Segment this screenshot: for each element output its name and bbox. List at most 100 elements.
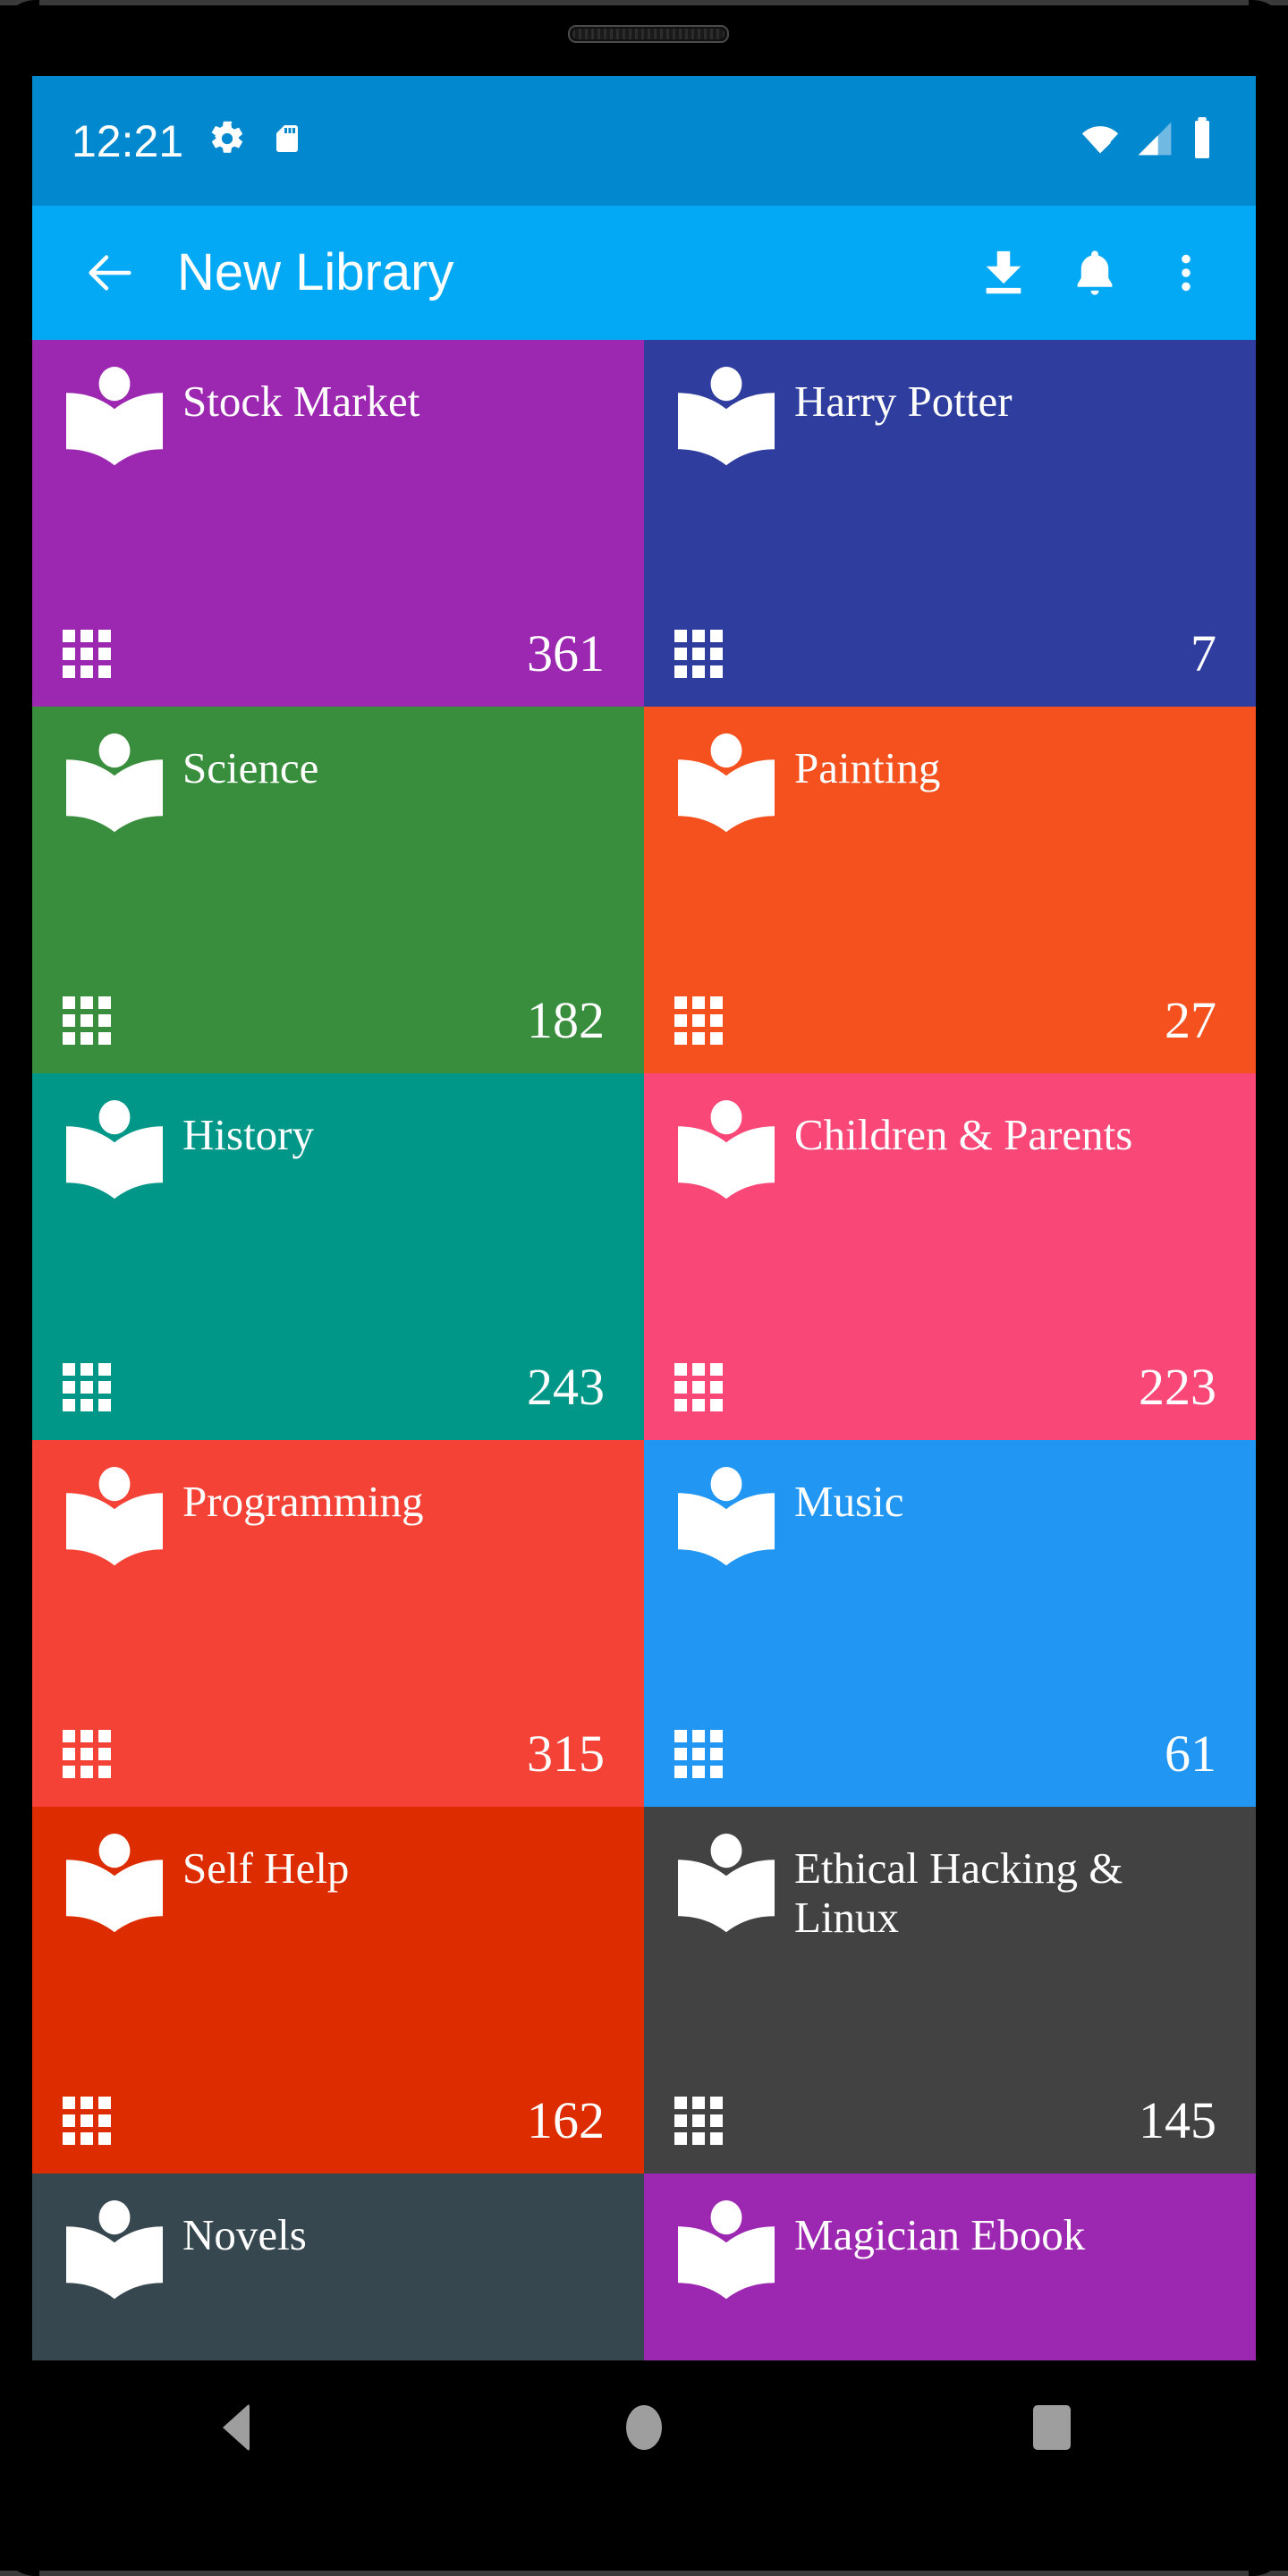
overflow-menu-icon[interactable]: [1143, 230, 1229, 316]
book-reader-icon: [674, 733, 778, 846]
tile-header: Novels: [63, 2200, 614, 2313]
library-grid: Stock Market 361 Harry Potter 7 Science 182 Pa…: [32, 340, 1256, 2360]
bell-icon[interactable]: [1052, 230, 1138, 316]
book-reader-icon: [63, 1467, 166, 1580]
tile-title: Self Help: [182, 1843, 350, 1893]
library-tile[interactable]: Painting 27: [644, 707, 1256, 1073]
library-tile[interactable]: Music 61: [644, 1440, 1256, 1807]
tile-book-count: 361: [527, 624, 605, 682]
book-reader-icon: [63, 1100, 166, 1213]
tile-footer: 61: [674, 1728, 1225, 1780]
book-reader-icon: [63, 733, 166, 846]
android-nav-bar: [32, 2360, 1256, 2495]
library-tile[interactable]: Novels: [32, 2174, 644, 2360]
tile-header: Stock Market: [63, 367, 614, 479]
grid-view-icon[interactable]: [674, 630, 723, 678]
device-frame: 12:21 New Library Stock Market 361 Harry…: [0, 0, 1288, 2576]
tile-title: Programming: [182, 1477, 424, 1526]
tile-book-count: 315: [527, 1724, 605, 1783]
grid-view-icon[interactable]: [63, 2097, 111, 2145]
grid-view-icon[interactable]: [63, 630, 111, 678]
tile-title: History: [182, 1110, 314, 1159]
tile-book-count: 243: [527, 1358, 605, 1416]
bezel-bottom-edge: [0, 2571, 1288, 2576]
tile-title: Novels: [182, 2210, 307, 2259]
library-tile[interactable]: Children & Parents 223: [644, 1073, 1256, 1440]
tile-title: Music: [794, 1477, 904, 1526]
tile-footer: 182: [63, 995, 614, 1046]
tile-book-count: 7: [1191, 624, 1216, 682]
page-title: New Library: [177, 243, 454, 301]
tile-footer: 27: [674, 995, 1225, 1046]
tile-footer: 145: [674, 2095, 1225, 2147]
book-reader-icon: [674, 1834, 778, 1946]
nav-home-circle-icon: [626, 2405, 662, 2450]
grid-view-icon[interactable]: [674, 996, 723, 1045]
grid-view-icon[interactable]: [63, 1730, 111, 1778]
library-tile[interactable]: Stock Market 361: [32, 340, 644, 707]
tile-header: Magician Ebook: [674, 2200, 1225, 2313]
tile-header: Science: [63, 733, 614, 846]
tile-book-count: 145: [1139, 2091, 1216, 2149]
library-tile[interactable]: Magician Ebook: [644, 2174, 1256, 2360]
tile-title: Painting: [794, 743, 941, 792]
library-tile[interactable]: Science 182: [32, 707, 644, 1073]
app-bar: New Library: [32, 206, 1256, 340]
grid-view-icon[interactable]: [674, 1730, 723, 1778]
tile-book-count: 182: [527, 991, 605, 1049]
book-reader-icon: [63, 1834, 166, 1946]
tile-header: Self Help: [63, 1834, 614, 1946]
grid-view-icon[interactable]: [63, 1363, 111, 1411]
tile-header: Programming: [63, 1467, 614, 1580]
tile-title: Harry Potter: [794, 377, 1013, 426]
cellular-signal-icon: [1134, 119, 1175, 163]
tile-footer: 223: [674, 1361, 1225, 1413]
library-tile[interactable]: Programming 315: [32, 1440, 644, 1807]
tile-title: Ethical Hacking & Linux: [794, 1843, 1123, 1942]
frame-corner-inner-top-left: [0, 0, 39, 39]
tile-header: Harry Potter: [674, 367, 1225, 479]
gear-icon: [208, 120, 246, 162]
tile-title: Stock Market: [182, 377, 420, 426]
book-reader-icon: [674, 1100, 778, 1213]
tile-title: Science: [182, 743, 319, 792]
tile-header: History: [63, 1100, 614, 1213]
book-reader-icon: [63, 367, 166, 479]
phone-screen: 12:21 New Library Stock Market 361 Harry…: [32, 76, 1256, 2360]
sd-card-icon: [271, 119, 303, 163]
status-bar: 12:21: [32, 76, 1256, 206]
tile-header: Ethical Hacking & Linux: [674, 1834, 1225, 1946]
tile-footer: 361: [63, 628, 614, 680]
tile-book-count: 223: [1139, 1358, 1216, 1416]
grid-view-icon[interactable]: [674, 2097, 723, 2145]
library-tile[interactable]: Self Help 162: [32, 1807, 644, 2174]
tile-header: Painting: [674, 733, 1225, 846]
nav-recents-button[interactable]: [985, 2360, 1119, 2495]
nav-back-button[interactable]: [169, 2360, 303, 2495]
app-bar-actions: [961, 230, 1229, 316]
library-tile[interactable]: History 243: [32, 1073, 644, 1440]
tile-book-count: 27: [1165, 991, 1216, 1049]
tile-footer: 162: [63, 2095, 614, 2147]
library-tile[interactable]: Ethical Hacking & Linux 145: [644, 1807, 1256, 2174]
grid-view-icon[interactable]: [63, 996, 111, 1045]
tile-footer: 315: [63, 1728, 614, 1780]
book-reader-icon: [674, 2200, 778, 2313]
earpiece-speaker-grille: [568, 25, 729, 43]
tile-book-count: 61: [1165, 1724, 1216, 1783]
book-reader-icon: [63, 2200, 166, 2313]
book-reader-icon: [674, 1467, 778, 1580]
download-icon[interactable]: [961, 230, 1046, 316]
library-tile[interactable]: Harry Potter 7: [644, 340, 1256, 707]
nav-recents-square-icon: [1033, 2405, 1071, 2450]
tile-footer: 7: [674, 628, 1225, 680]
status-bar-right: [1079, 117, 1216, 165]
wifi-icon: [1079, 119, 1122, 163]
battery-icon: [1188, 117, 1216, 165]
tile-header: Children & Parents: [674, 1100, 1225, 1213]
grid-view-icon[interactable]: [674, 1363, 723, 1411]
status-bar-left: 12:21: [72, 119, 303, 164]
back-arrow-icon[interactable]: [72, 234, 148, 311]
nav-home-button[interactable]: [577, 2360, 711, 2495]
tile-book-count: 162: [527, 2091, 605, 2149]
